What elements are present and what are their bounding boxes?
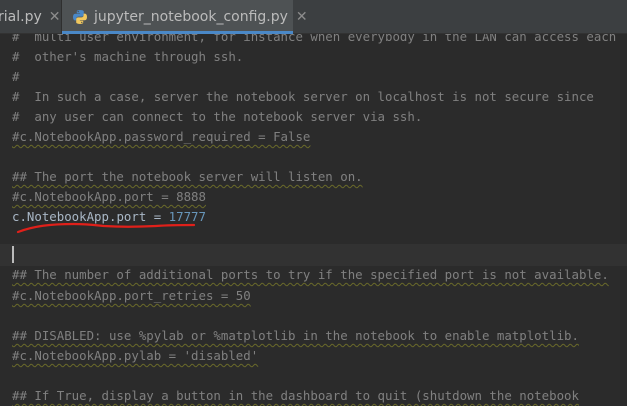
tab-rial-py[interactable]: rial.py ✕ xyxy=(0,0,62,34)
commented-setting: #c.NotebookApp.pylab = 'disabled' xyxy=(12,348,259,363)
code-line: #c.NotebookApp.port = 8888 xyxy=(12,187,206,207)
close-icon[interactable]: ✕ xyxy=(49,9,61,25)
code-line: # any user can connect to the notebook s… xyxy=(12,109,423,124)
code-line: ## The number of additional ports to try… xyxy=(12,265,609,285)
section-comment: ## The port the notebook server will lis… xyxy=(12,169,363,184)
text-caret xyxy=(12,246,14,263)
editor-tab-bar: rial.py ✕ jupyter_notebook_config.py ✕ xyxy=(0,0,627,34)
current-line-highlight xyxy=(0,244,627,266)
section-comment: ## The number of additional ports to try… xyxy=(12,267,609,282)
code-line: #c.NotebookApp.pylab = 'disabled' xyxy=(12,346,258,366)
red-underline-annotation xyxy=(16,222,196,234)
section-comment: ## DISABLED: use %pylab or %matplotlib i… xyxy=(12,328,579,343)
ide-window: rial.py ✕ jupyter_notebook_config.py ✕ #… xyxy=(0,0,627,406)
code-line: # xyxy=(12,69,20,84)
close-icon[interactable]: ✕ xyxy=(296,9,308,25)
section-comment: ## If True, display a button in the dash… xyxy=(12,388,579,403)
code-line: #c.NotebookApp.password_required = False xyxy=(12,127,310,147)
code-line: ## The port the notebook server will lis… xyxy=(12,167,363,187)
code-line: ## If True, display a button in the dash… xyxy=(12,386,579,406)
commented-setting: #c.NotebookApp.password_required = False xyxy=(12,129,311,144)
code-line: # In such a case, server the notebook se… xyxy=(12,89,594,104)
python-file-icon xyxy=(73,10,87,24)
code-line: # other's machine through ssh. xyxy=(12,49,244,64)
code-editor[interactable]: # multi user environment, for instance w… xyxy=(0,34,627,406)
tab-jupyter-notebook-config[interactable]: jupyter_notebook_config.py ✕ xyxy=(62,0,308,34)
commented-setting: #c.NotebookApp.port = 8888 xyxy=(12,189,206,204)
tab-label: jupyter_notebook_config.py xyxy=(94,9,288,25)
code-line: # multi user environment, for instance w… xyxy=(12,34,617,44)
code-line: ## DISABLED: use %pylab or %matplotlib i… xyxy=(12,326,579,346)
code-line: #c.NotebookApp.port_retries = 50 xyxy=(12,286,251,306)
commented-setting: #c.NotebookApp.port_retries = 50 xyxy=(12,288,251,303)
tab-label: rial.py xyxy=(0,9,42,25)
